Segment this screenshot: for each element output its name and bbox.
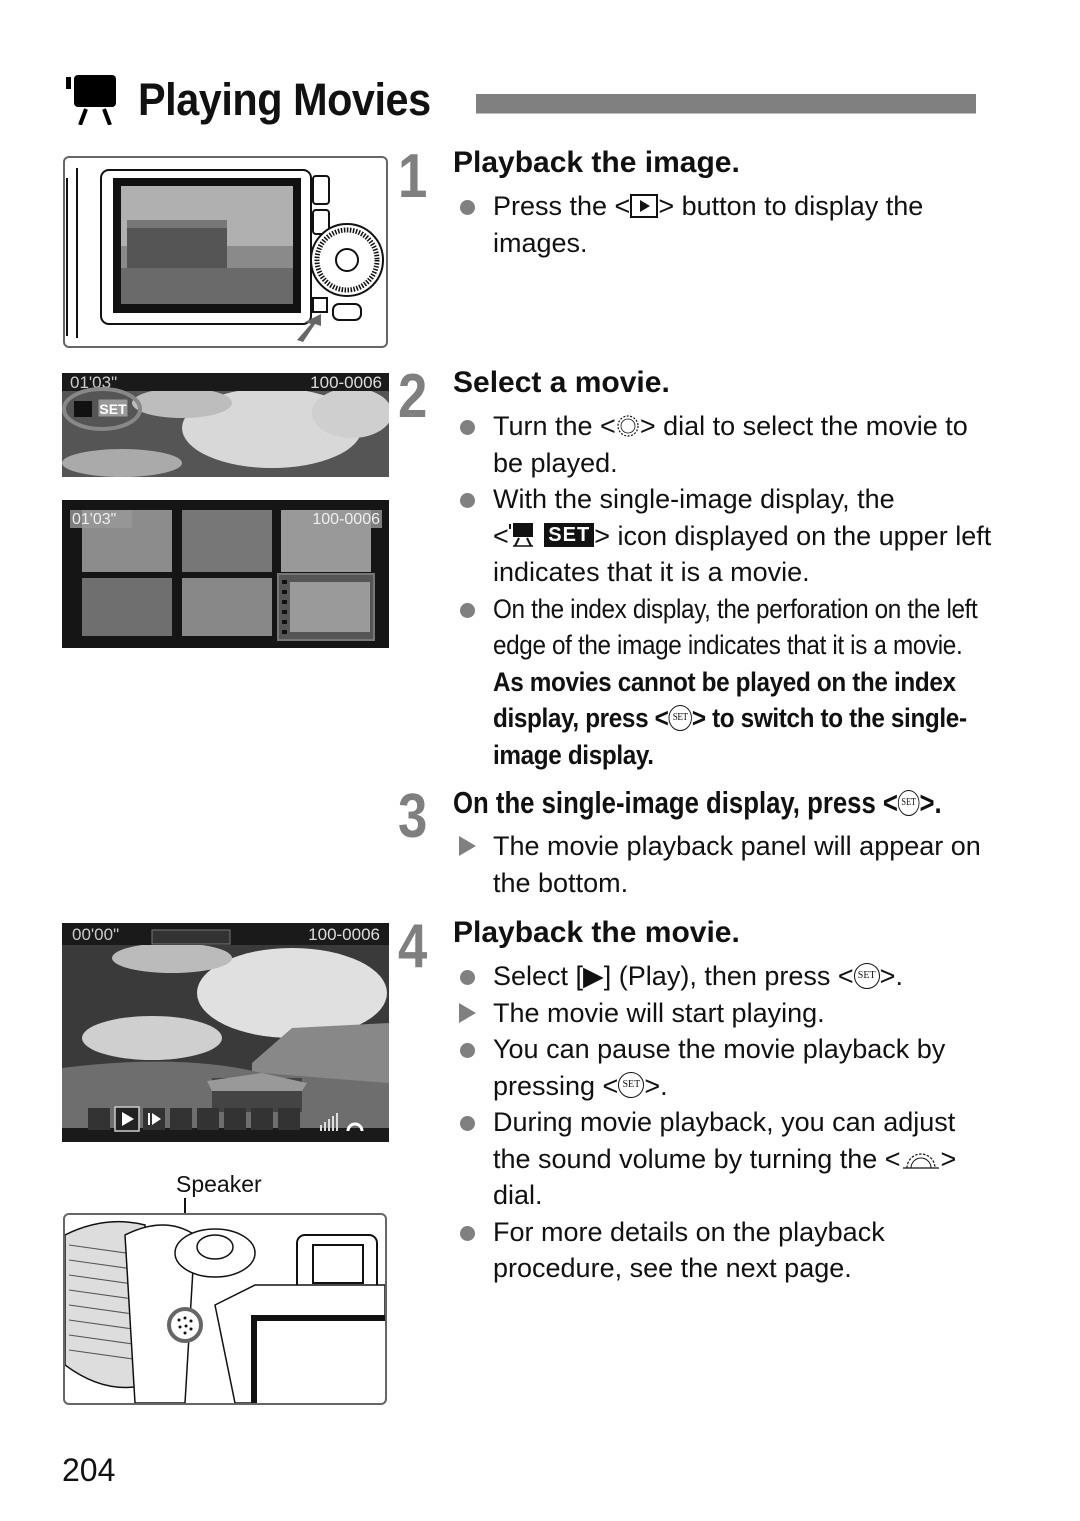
set-button-icon: SET: [668, 704, 692, 731]
speaker-label: Speaker: [176, 1171, 262, 1197]
page-number: 204: [62, 1452, 116, 1488]
list-item: On the index display, the perforation on…: [456, 591, 996, 774]
bullet-dot-icon: [460, 200, 475, 215]
step-4-bullets: Select [▶] (Play), then press < SET >. The…: [456, 958, 996, 1287]
step-1-bullets: Press the < > button to display the image…: [456, 188, 996, 261]
result-arrow-icon: [459, 836, 476, 856]
camera-speaker-illustration: [63, 1213, 387, 1405]
result-arrow-icon: [459, 1002, 476, 1023]
camera-back-illustration: [63, 156, 388, 348]
step-number: 1: [398, 142, 428, 211]
list-item: Turn the < > dial to select the movie to …: [456, 408, 996, 481]
bullet-dot-icon: [460, 1116, 475, 1131]
time-readout: 01'03": [72, 511, 116, 528]
file-number: 100-0006: [312, 511, 380, 528]
playback-button-icon: [630, 193, 659, 218]
step-title: On the single-image display, press < SET >…: [453, 785, 942, 820]
main-dial-icon: [617, 415, 639, 437]
movie-camera-icon: [66, 75, 116, 125]
list-item: You can pause the movie playback by pres…: [456, 1031, 996, 1104]
index-display-figure: 01'03" 100-0006: [62, 500, 389, 648]
set-badge: SET: [544, 523, 595, 548]
step-title: Playback the movie.: [453, 916, 740, 949]
file-number: 100-0006: [310, 373, 382, 392]
bullet-dot-icon: [460, 1225, 475, 1241]
step-number: 2: [398, 362, 428, 431]
step-title: Playback the image.: [453, 146, 740, 179]
step-number: 4: [398, 912, 428, 981]
single-image-drawing: 01'03" 100-0006 SET: [62, 373, 389, 477]
list-item: Select [▶] (Play), then press < SET >.: [456, 958, 996, 995]
file-number: 100-0006: [308, 925, 380, 944]
list-item: The movie will start playing.: [456, 995, 996, 1032]
time-readout: 00'00": [72, 925, 119, 944]
list-item: For more details on the playback procedu…: [456, 1214, 996, 1287]
list-item: During movie playback, you can adjust th…: [456, 1104, 996, 1214]
bullet-dot-icon: [460, 1043, 475, 1058]
movie-playback-drawing: 00'00" 100-0006: [62, 923, 389, 1142]
camera-speaker-drawing: [65, 1220, 385, 1403]
quick-control-dial-icon: [902, 1153, 939, 1169]
set-badge: SET: [99, 401, 127, 417]
step-2-bullets: Turn the < > dial to select the movie to …: [456, 408, 996, 773]
step-number: 3: [398, 782, 428, 851]
bullet-dot-icon: [460, 970, 475, 985]
single-image-display-figure: 01'03" 100-0006 SET: [62, 373, 389, 477]
set-button-icon: SET: [618, 1072, 645, 1099]
bullet-dot-icon: [460, 420, 475, 435]
page-header: Playing Movies: [66, 72, 456, 128]
list-item: With the single-image display, the < SET…: [456, 481, 996, 591]
list-item: The movie playback panel will appear on …: [456, 828, 996, 901]
bullet-dot-icon: [460, 493, 475, 508]
index-display-drawing: 01'03" 100-0006: [62, 500, 389, 648]
set-button-icon: SET: [853, 962, 880, 989]
list-item: Press the < > button to display the image…: [456, 188, 996, 261]
set-button-icon: SET: [897, 789, 920, 816]
step-3-bullets: The movie playback panel will appear on …: [456, 828, 996, 901]
page-title: Playing Movies: [138, 74, 431, 125]
step-title: Select a movie.: [453, 366, 670, 399]
movie-playback-figure: 00'00" 100-0006: [62, 923, 389, 1142]
camera-back-drawing: [66, 168, 384, 342]
movie-camera-icon: [508, 523, 533, 548]
title-rule: [476, 94, 976, 114]
bullet-dot-icon: [460, 602, 475, 618]
